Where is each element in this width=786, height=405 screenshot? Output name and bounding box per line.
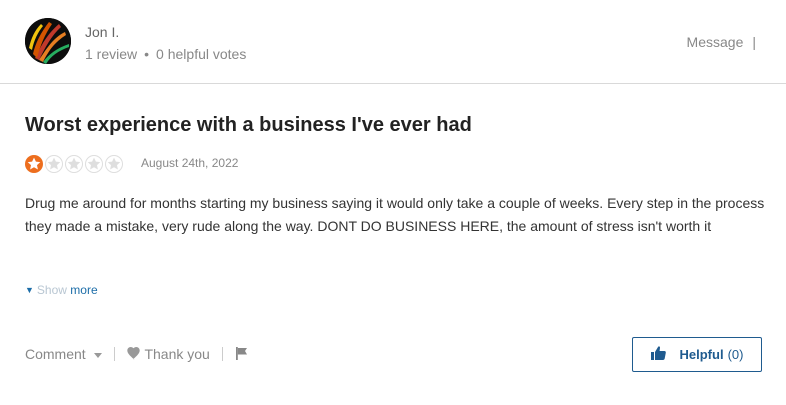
reviewer-stats: 1 review • 0 helpful votes — [85, 46, 246, 62]
helpful-count: (0) — [727, 347, 744, 362]
star-empty-icon — [45, 155, 63, 173]
show-more-label-faded: Show — [36, 283, 71, 297]
divider — [113, 347, 115, 362]
show-more-label: more — [70, 283, 98, 297]
divider — [221, 347, 223, 362]
helpful-button[interactable]: Helpful (0) — [632, 337, 762, 372]
star-empty-icon — [85, 155, 103, 173]
message-separator: | — [752, 34, 756, 50]
review-count: 1 review — [85, 46, 138, 62]
heart-icon — [127, 347, 141, 361]
review-body: Drug me around for months starting my bu… — [25, 195, 765, 234]
chevron-down-icon — [93, 353, 102, 359]
review-date: August 24th, 2022 — [141, 156, 239, 170]
flag-icon — [235, 347, 247, 361]
show-more-link[interactable]: ▼ Show more — [25, 283, 98, 297]
helpful-label: Helpful — [679, 347, 724, 362]
comment-button[interactable]: Comment — [25, 346, 102, 362]
caret-down-icon: ▼ — [25, 285, 34, 295]
stats-separator: • — [144, 46, 150, 62]
reviewer-header: Jon I. 1 review • 0 helpful votes Message | — [0, 0, 786, 84]
thank-you-label: Thank you — [144, 346, 210, 363]
star-icon — [25, 155, 43, 173]
thank-you-button[interactable]: Thank you — [126, 346, 210, 363]
message-label: Message — [686, 34, 744, 50]
review-title: Worst experience with a business I've ev… — [25, 114, 472, 136]
comment-label: Comment — [25, 346, 86, 363]
reviewer-avatar[interactable] — [25, 18, 71, 64]
reviewer-name[interactable]: Jon I. — [85, 24, 119, 40]
star-empty-icon — [105, 155, 123, 173]
thumbs-up-icon — [650, 346, 666, 363]
message-link[interactable]: Message | — [687, 34, 756, 50]
review-actions: Comment Thank you — [25, 345, 248, 365]
star-rating — [25, 155, 125, 175]
helpful-votes-count: 0 helpful votes — [156, 46, 247, 62]
star-empty-icon — [65, 155, 83, 173]
flag-button[interactable] — [235, 346, 248, 362]
